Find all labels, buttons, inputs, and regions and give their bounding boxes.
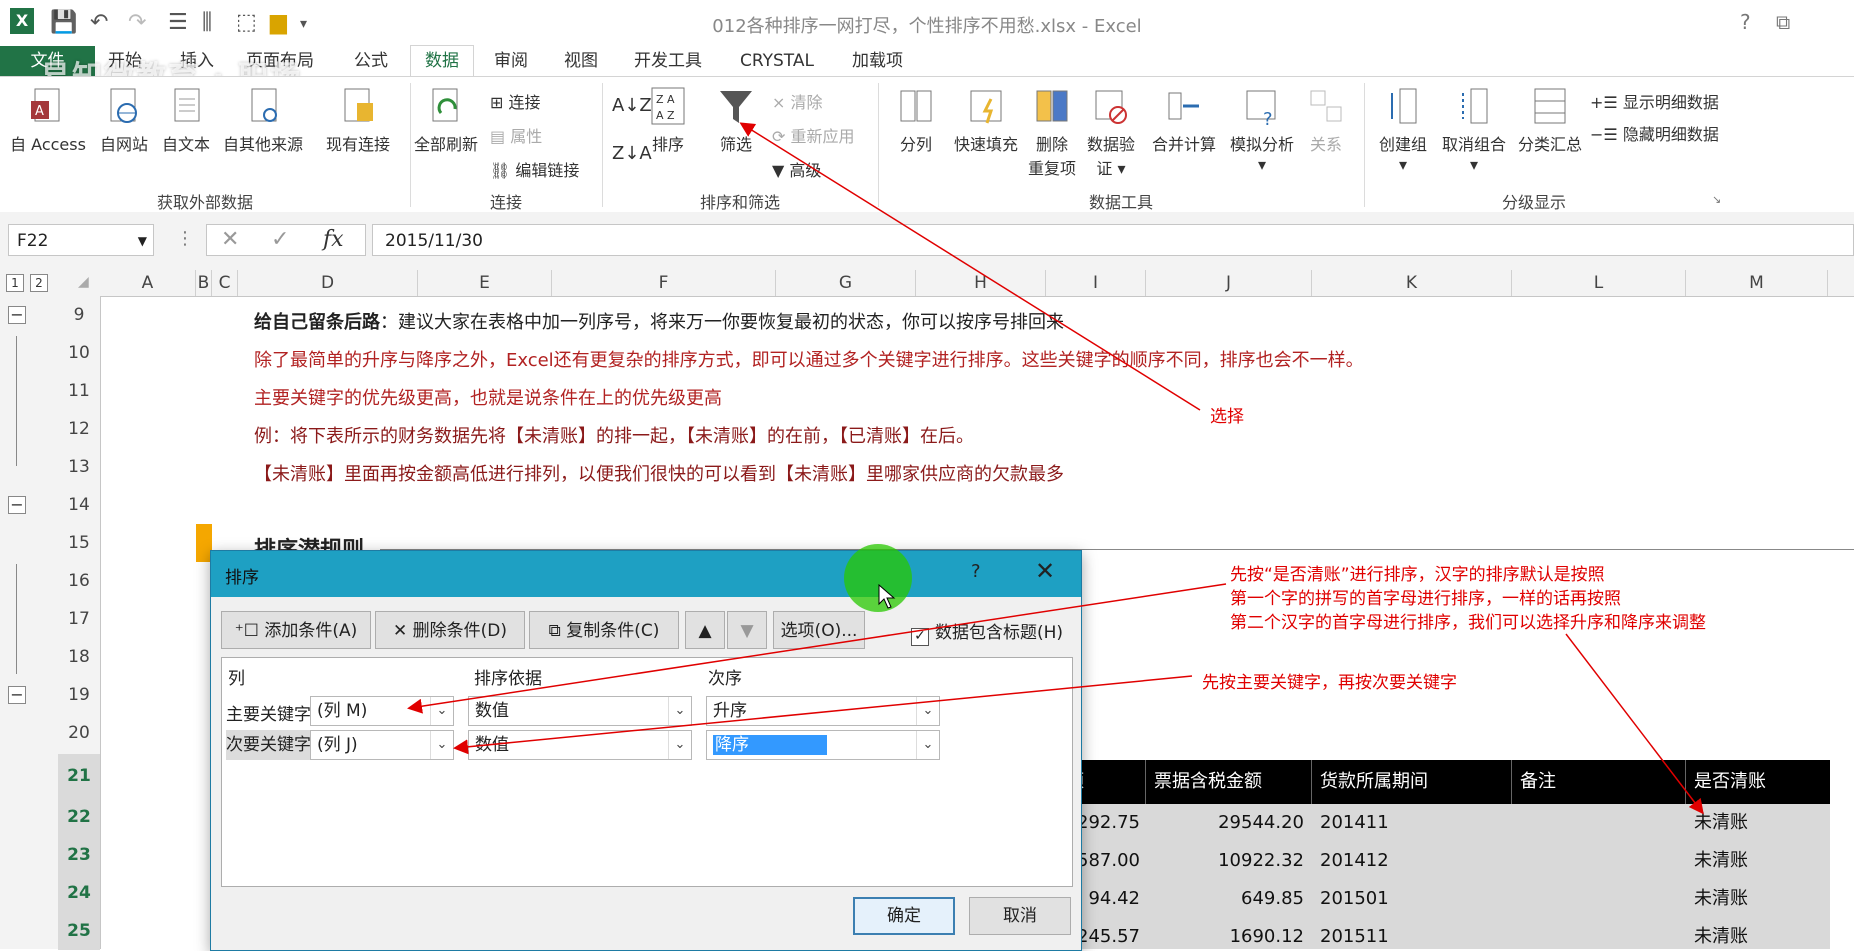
annotation-select: 选择 [1210,407,1244,427]
annotation-note-2: 第一个字的拼写的首字母进行排序，一样的话再按照 [1230,589,1621,609]
arrow-to-column-m [1565,633,1704,815]
arrow-to-secondary [453,675,1193,755]
annotation-note-1: 先按“是否清账”进行排序，汉字的排序默认是按照 [1230,565,1605,585]
arrow-to-filter [739,122,1201,411]
annotation-note-3: 第二个汉字的首字母进行排序，我们可以选择升序和降序来调整 [1230,613,1706,633]
arrow-to-primary [407,583,1227,714]
annotation-arrows [407,122,1704,815]
annotation-note-4: 先按主要关键字，再按次要关键字 [1202,673,1457,693]
